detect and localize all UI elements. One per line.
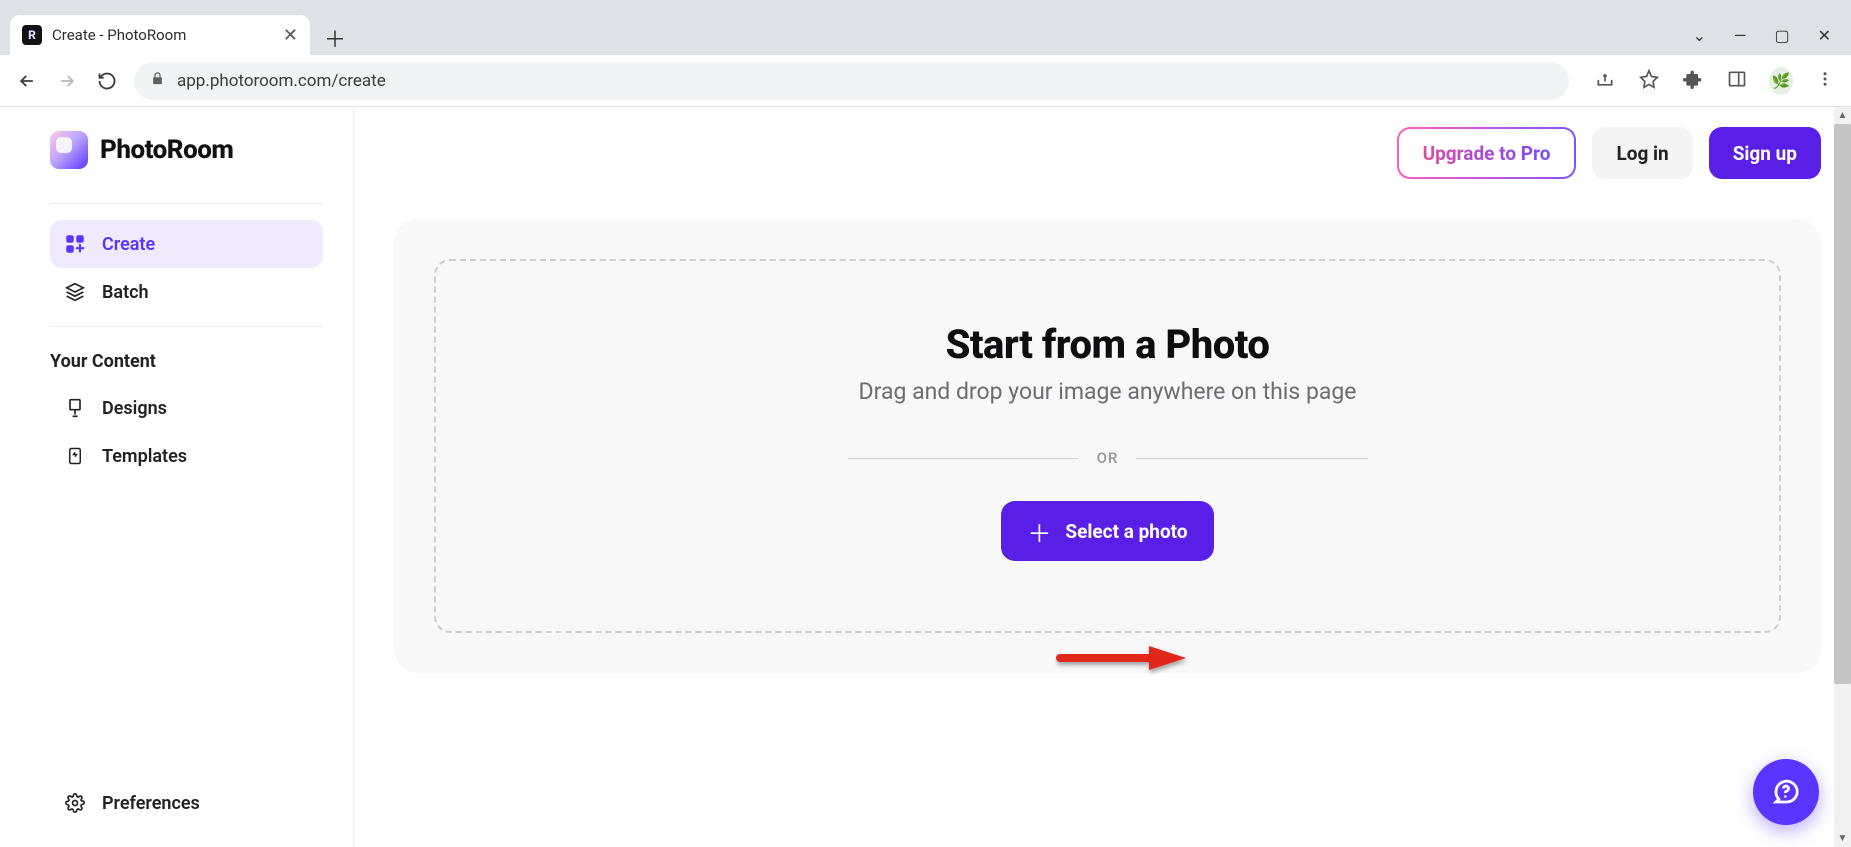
bookmark-star-icon[interactable] xyxy=(1637,69,1661,93)
sidebar-item-preferences[interactable]: Preferences xyxy=(50,779,323,827)
dropzone[interactable]: Start from a Photo Drag and drop your im… xyxy=(434,259,1781,633)
sidebar-item-templates[interactable]: Templates xyxy=(50,432,323,480)
share-icon[interactable] xyxy=(1593,69,1617,93)
section-your-content: Your Content xyxy=(50,351,323,372)
back-button[interactable] xyxy=(14,68,40,94)
lock-icon xyxy=(150,71,165,90)
gear-icon xyxy=(64,793,86,813)
sidebar-item-label: Create xyxy=(102,234,155,255)
new-tab-button[interactable]: ＋ xyxy=(318,21,352,55)
address-bar[interactable]: app.photoroom.com/create xyxy=(134,62,1569,100)
upload-card: Start from a Photo Drag and drop your im… xyxy=(394,219,1821,673)
browser-toolbar: app.photoroom.com/create 🌿 xyxy=(0,55,1851,107)
sidebar-item-batch[interactable]: Batch xyxy=(50,268,323,316)
sidebar: PhotoRoom Create Batch Your Content Desi… xyxy=(0,107,354,847)
scrollbar-thumb[interactable] xyxy=(1834,124,1851,684)
sidebar-item-label: Preferences xyxy=(102,793,200,814)
designs-icon xyxy=(64,397,86,419)
login-button[interactable]: Log in xyxy=(1592,127,1692,179)
sidebar-item-designs[interactable]: Designs xyxy=(50,384,323,432)
tab-title: Create - PhotoRoom xyxy=(52,26,273,44)
side-panel-icon[interactable] xyxy=(1725,69,1749,93)
tab-strip: R Create - PhotoRoom ✕ ＋ ⌄ — ▢ ✕ xyxy=(0,10,1851,55)
plus-icon: ＋ xyxy=(1027,514,1051,549)
maximize-icon[interactable]: ▢ xyxy=(1774,26,1789,45)
kebab-menu-icon[interactable] xyxy=(1813,70,1837,92)
main-content: Upgrade to Pro Log in Sign up Start from… xyxy=(354,107,1851,847)
upgrade-to-pro-button[interactable]: Upgrade to Pro xyxy=(1397,127,1577,179)
chevron-down-icon[interactable]: ⌄ xyxy=(1693,26,1706,45)
scroll-down-button[interactable]: ▼ xyxy=(1834,830,1851,847)
reload-button[interactable] xyxy=(94,68,120,94)
sidebar-item-label: Templates xyxy=(102,446,187,467)
sidebar-item-label: Batch xyxy=(102,282,149,303)
dropzone-title: Start from a Photo xyxy=(946,321,1270,368)
logo[interactable]: PhotoRoom xyxy=(50,131,323,169)
extensions-icon[interactable] xyxy=(1681,69,1705,93)
sidebar-item-create[interactable]: Create xyxy=(50,220,323,268)
sidebar-item-label: Designs xyxy=(102,398,167,419)
browser-chrome: R Create - PhotoRoom ✕ ＋ ⌄ — ▢ ✕ app.pho… xyxy=(0,0,1851,107)
window-controls: ⌄ — ▢ ✕ xyxy=(1693,26,1851,55)
logo-text: PhotoRoom xyxy=(100,135,233,165)
scroll-up-button[interactable]: ▲ xyxy=(1834,107,1851,124)
signup-button[interactable]: Sign up xyxy=(1709,127,1821,179)
profile-avatar[interactable]: 🌿 xyxy=(1769,67,1793,95)
batch-icon xyxy=(64,282,86,302)
help-fab-button[interactable] xyxy=(1753,759,1819,825)
or-separator: OR xyxy=(848,449,1368,467)
close-tab-icon[interactable]: ✕ xyxy=(283,25,298,46)
top-bar: Upgrade to Pro Log in Sign up xyxy=(394,127,1821,179)
chat-help-icon xyxy=(1771,777,1801,807)
dropzone-subtitle: Drag and drop your image anywhere on thi… xyxy=(859,378,1357,405)
minimize-icon[interactable]: — xyxy=(1734,26,1747,45)
select-photo-button[interactable]: ＋ Select a photo xyxy=(1001,501,1213,561)
forward-button[interactable] xyxy=(54,68,80,94)
logo-icon xyxy=(50,131,88,169)
select-photo-label: Select a photo xyxy=(1065,520,1187,543)
browser-tab[interactable]: R Create - PhotoRoom ✕ xyxy=(10,15,310,55)
create-icon xyxy=(64,234,86,254)
favicon-icon: R xyxy=(22,25,42,45)
url-text: app.photoroom.com/create xyxy=(177,71,386,91)
templates-icon xyxy=(64,445,86,467)
close-window-icon[interactable]: ✕ xyxy=(1818,26,1831,45)
